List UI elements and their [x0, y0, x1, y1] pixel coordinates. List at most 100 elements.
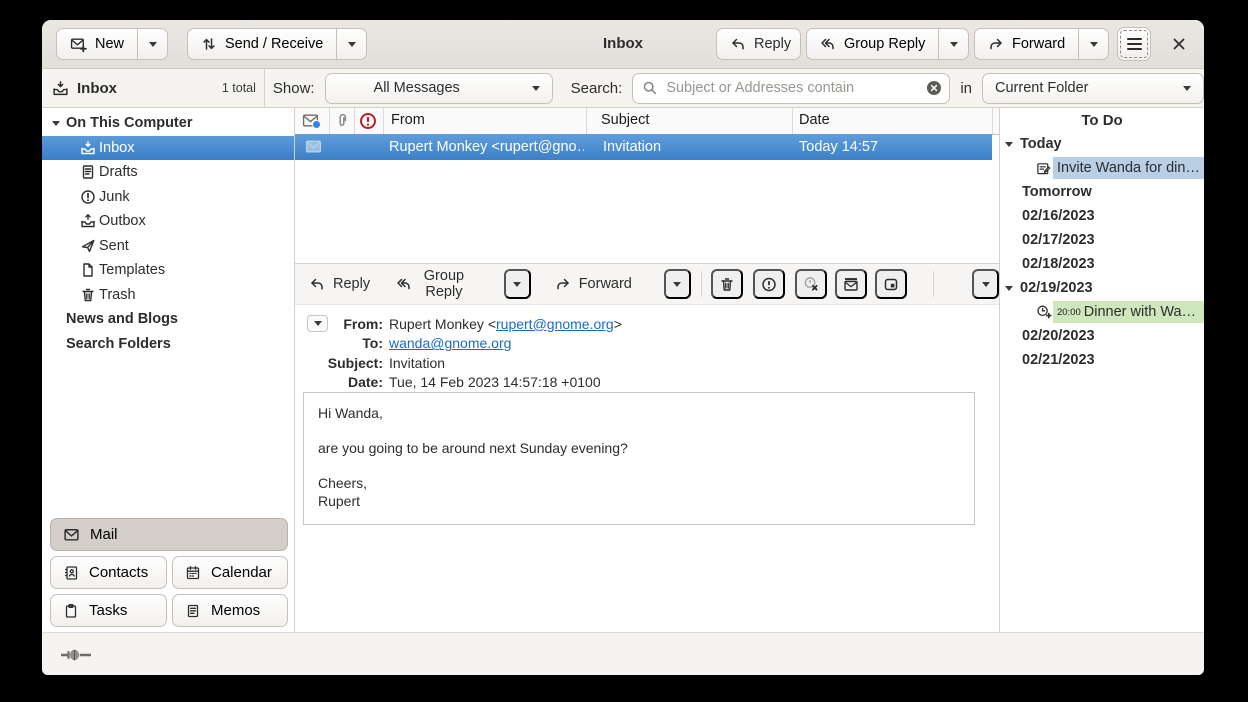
switcher-memos-button[interactable]: Memos — [172, 594, 288, 627]
folder-message-count: 1 total — [222, 81, 256, 95]
switcher-calendar-button[interactable]: Calendar — [172, 556, 288, 589]
clear-search-icon[interactable] — [926, 80, 942, 96]
image-icon — [883, 276, 899, 293]
todo-group-02-19[interactable]: 02/19/2023 — [1000, 276, 1204, 300]
sidebar-item-junk[interactable]: Junk — [42, 185, 294, 210]
status-column-icon[interactable] — [302, 113, 319, 132]
switcher-mail-button[interactable]: Mail — [50, 518, 288, 551]
sidebar-item-label: Trash — [99, 287, 136, 303]
todo-group-02-21[interactable]: 02/21/2023 — [1000, 348, 1204, 372]
task-icon — [1036, 161, 1053, 176]
todo-task-invite-wanda[interactable]: Invite Wanda for din… — [1000, 156, 1204, 180]
reply-button[interactable]: Reply — [716, 28, 801, 60]
new-dropdown-button[interactable] — [137, 28, 168, 60]
preview-toolbar-overflow-dropdown[interactable] — [972, 269, 999, 299]
sidebar-group-label: On This Computer — [66, 115, 192, 131]
chevron-down-icon — [348, 42, 356, 47]
expander-down-icon[interactable] — [1005, 286, 1020, 291]
mark-important-button[interactable] — [753, 269, 785, 299]
tasks-icon — [63, 603, 79, 619]
load-remote-content-button[interactable] — [875, 269, 907, 299]
preview-group-reply-button[interactable]: Group Reply — [386, 269, 478, 299]
mark-read-button[interactable] — [835, 269, 867, 299]
from-close: > — [614, 316, 622, 332]
preview-forward-dropdown[interactable] — [664, 269, 691, 299]
priority-column-icon[interactable] — [359, 112, 377, 130]
subject-label: Subject: — [295, 355, 383, 371]
header-row-to: To: wanda@gnome.org — [295, 334, 511, 354]
search-label: Search: — [571, 80, 623, 97]
unread-dot — [312, 120, 321, 129]
menu-button[interactable] — [1117, 27, 1151, 61]
folder-sidebar: On This Computer Inbox Drafts — [42, 108, 295, 632]
expander-down-icon[interactable] — [1005, 142, 1020, 147]
send-receive-button[interactable]: Send / Receive — [187, 28, 337, 60]
new-button[interactable]: New — [56, 28, 138, 60]
forward-button-group: Forward — [974, 28, 1109, 60]
attachment-column-icon[interactable] — [335, 112, 351, 129]
sent-icon — [80, 238, 99, 254]
in-label: in — [960, 80, 972, 97]
status-bar — [42, 632, 1204, 675]
group-reply-dropdown-button[interactable] — [938, 28, 969, 60]
preview-forward-button[interactable]: Forward — [545, 269, 642, 299]
online-status-plug-icon[interactable] — [60, 648, 92, 662]
group-reply-icon — [820, 36, 836, 52]
forward-dropdown-button[interactable] — [1078, 28, 1109, 60]
todo-event-time: 20:00 — [1057, 307, 1081, 318]
from-label: From: — [295, 316, 383, 332]
sidebar-group-search-folders[interactable]: Search Folders — [42, 332, 294, 357]
expander-down-icon[interactable] — [52, 121, 66, 126]
todo-group-02-16[interactable]: 02/16/2023 — [1000, 204, 1204, 228]
main-content: On This Computer Inbox Drafts — [42, 108, 1204, 632]
sidebar-item-sent[interactable]: Sent — [42, 234, 294, 259]
column-header-subject[interactable]: Subject — [601, 108, 649, 133]
group-reply-button[interactable]: Group Reply — [806, 28, 939, 60]
preview-group-reply-dropdown[interactable] — [504, 269, 531, 299]
forward-icon — [555, 276, 571, 292]
sidebar-item-drafts[interactable]: Drafts — [42, 160, 294, 185]
sidebar-group-label: News and Blogs — [66, 311, 178, 327]
todo-group-02-20[interactable]: 02/20/2023 — [1000, 324, 1204, 348]
forward-icon — [988, 36, 1004, 52]
to-email-link[interactable]: wanda@gnome.org — [389, 335, 511, 351]
header-row-subject: Subject: Invitation — [295, 353, 445, 373]
message-body[interactable]: Hi Wanda, are you going to be around nex… — [303, 392, 975, 525]
column-header-date[interactable]: Date — [799, 108, 830, 133]
search-input[interactable] — [664, 79, 920, 97]
search-box — [632, 73, 950, 104]
todo-group-label: Tomorrow — [1022, 184, 1092, 200]
sidebar-item-outbox[interactable]: Outbox — [42, 209, 294, 234]
sidebar-item-label: Junk — [99, 189, 130, 205]
delete-message-button[interactable] — [711, 269, 743, 299]
sidebar-group-on-this-computer[interactable]: On This Computer — [42, 111, 294, 136]
sidebar-item-templates[interactable]: Templates — [42, 258, 294, 283]
todo-group-label: 02/18/2023 — [1022, 256, 1095, 272]
message-from: Rupert Monkey <rupert@gno… — [389, 134, 584, 160]
sidebar-item-trash[interactable]: Trash — [42, 283, 294, 308]
send-receive-button-group: Send / Receive — [187, 28, 367, 60]
todo-group-tomorrow[interactable]: Tomorrow — [1000, 180, 1204, 204]
calendar-icon — [185, 565, 201, 581]
preview-toolbar: Reply Group Reply Forward — [295, 263, 999, 305]
from-email-link[interactable]: rupert@gnome.org — [496, 316, 614, 332]
sidebar-item-inbox[interactable]: Inbox — [42, 136, 294, 161]
todo-group-02-18[interactable]: 02/18/2023 — [1000, 252, 1204, 276]
show-filter-dropdown[interactable]: All Messages — [325, 73, 553, 104]
message-row[interactable]: Rupert Monkey <rupert@gno… Invitation To… — [295, 134, 992, 160]
forward-button[interactable]: Forward — [974, 28, 1079, 60]
preview-reply-button[interactable]: Reply — [299, 269, 380, 299]
todo-event-dinner-with-wanda[interactable]: 20:00Dinner with Wa… — [1000, 300, 1204, 324]
switcher-tasks-button[interactable]: Tasks — [50, 594, 167, 627]
message-preview: From: Rupert Monkey <rupert@gnome.org> T… — [295, 305, 999, 632]
switcher-contacts-button[interactable]: Contacts — [50, 556, 167, 589]
mark-not-junk-button[interactable] — [795, 269, 827, 299]
column-header-from[interactable]: From — [391, 108, 425, 133]
todo-group-02-17[interactable]: 02/17/2023 — [1000, 228, 1204, 252]
send-receive-dropdown-button[interactable] — [336, 28, 367, 60]
close-window-button[interactable] — [1166, 31, 1192, 57]
sidebar-group-news-and-blogs[interactable]: News and Blogs — [42, 307, 294, 332]
todo-group-today[interactable]: Today — [1000, 132, 1204, 156]
todo-group-label: 02/16/2023 — [1022, 208, 1095, 224]
search-scope-dropdown[interactable]: Current Folder — [982, 73, 1204, 104]
